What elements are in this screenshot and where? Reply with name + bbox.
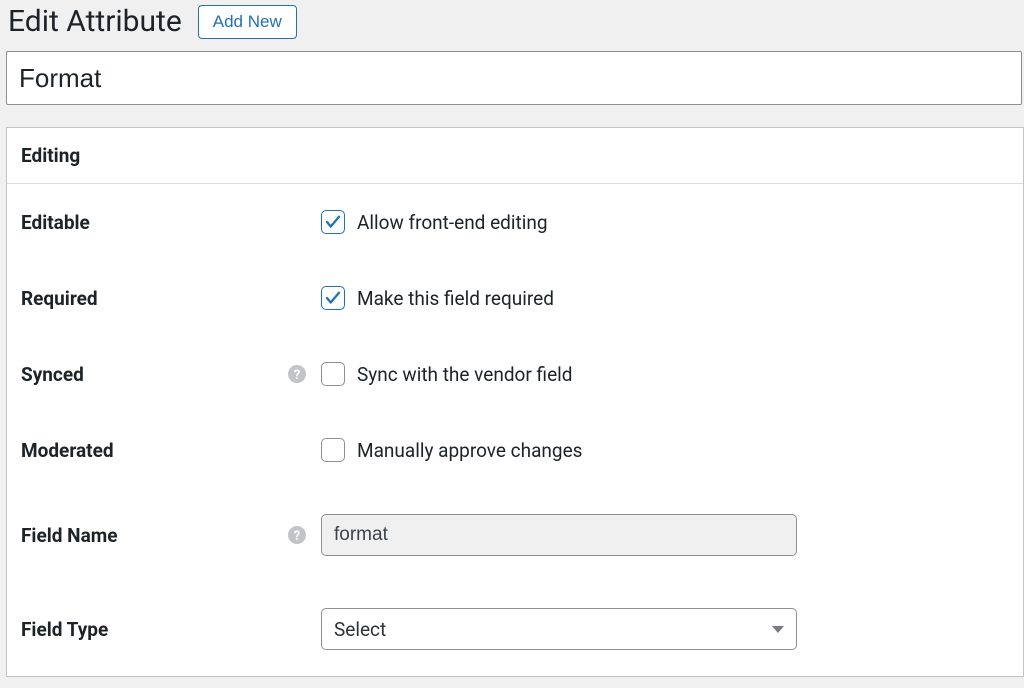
checkbox-required[interactable] (321, 286, 345, 310)
panel-heading: Editing (21, 144, 1009, 167)
label-field-name: Field Name (21, 524, 117, 547)
editing-panel: Editing Editable Allow front-end editing… (6, 127, 1024, 677)
checkbox-moderated[interactable] (321, 438, 345, 462)
row-field-name: Field Name ? (7, 488, 1023, 582)
checkbox-synced[interactable] (321, 362, 345, 386)
svg-text:?: ? (294, 368, 300, 383)
attribute-title-input[interactable] (6, 51, 1022, 105)
desc-synced: Sync with the vendor field (357, 363, 572, 386)
row-moderated: Moderated Manually approve changes (7, 412, 1023, 488)
chevron-down-icon (772, 626, 784, 633)
row-editable: Editable Allow front-end editing (7, 184, 1023, 260)
field-type-value: Select (334, 618, 386, 641)
svg-text:?: ? (294, 529, 300, 544)
field-type-select[interactable]: Select (321, 608, 797, 650)
label-synced: Synced (21, 363, 84, 386)
add-new-button[interactable]: Add New (198, 5, 297, 39)
label-moderated: Moderated (21, 439, 114, 462)
checkbox-editable[interactable] (321, 210, 345, 234)
desc-editable: Allow front-end editing (357, 211, 548, 234)
label-required: Required (21, 287, 98, 310)
row-field-type: Field Type Select (7, 582, 1023, 676)
desc-moderated: Manually approve changes (357, 439, 582, 462)
row-synced: Synced ? Sync with the vendor field (7, 336, 1023, 412)
page-title: Edit Attribute (8, 4, 182, 39)
help-icon[interactable]: ? (287, 364, 307, 384)
label-editable: Editable (21, 211, 90, 234)
desc-required: Make this field required (357, 287, 554, 310)
label-field-type: Field Type (21, 618, 108, 641)
panel-header: Editing (7, 128, 1023, 184)
help-icon[interactable]: ? (287, 525, 307, 545)
field-name-input[interactable] (321, 514, 797, 556)
row-required: Required Make this field required (7, 260, 1023, 336)
